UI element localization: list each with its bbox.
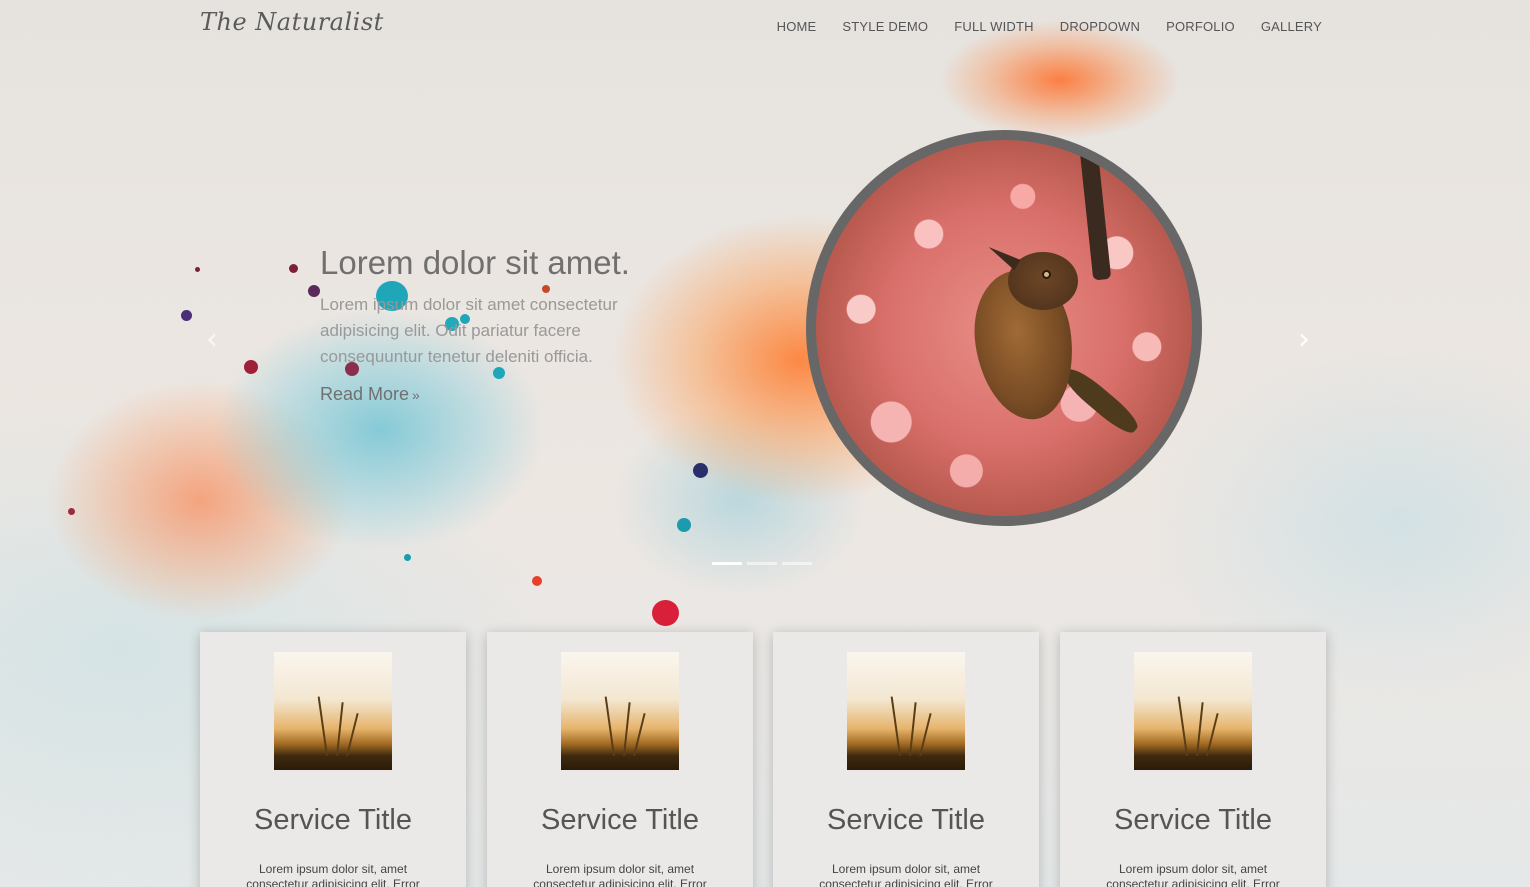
splatter-dot [404,554,411,561]
splatter-dot [308,285,320,297]
grass-stalk [623,702,631,757]
grass-stalk [1177,696,1188,757]
carousel-indicator[interactable] [747,562,777,565]
grass-stalk [1196,702,1204,757]
grass-stalk [633,713,646,757]
splatter-dot [289,264,298,273]
service-image [274,652,392,770]
grass-stalk [909,702,917,757]
nav-item-full-width[interactable]: FULL WIDTH [954,19,1034,34]
splatter-dot [677,518,691,532]
hero-image-bird [806,130,1202,526]
splatter-dot [195,267,200,272]
hero-body: Lorem ipsum dolor sit amet consectetur a… [320,295,618,366]
grass-stalk [346,713,359,757]
hero-title: Lorem dolor sit amet. [320,244,630,281]
read-more-link[interactable]: Read More» [320,384,420,405]
splatter-dot [244,360,258,374]
service-card: Service Title Lorem ipsum dolor sit, ame… [1060,632,1326,887]
read-more-label: Read More [320,384,410,404]
carousel-indicator[interactable] [782,562,812,565]
nav-item-style-demo[interactable]: STYLE DEMO [842,19,928,34]
grass-stalk [1206,713,1219,757]
service-title: Service Title [254,804,412,836]
hero-caption: Lorem dolor sit amet. Lorem ipsum dolor … [320,244,660,405]
grass-stalk [336,702,344,757]
splatter-dot [181,310,192,321]
service-title: Service Title [541,804,699,836]
double-chevron-right-icon: » [412,387,420,403]
carousel-indicator[interactable] [712,562,742,565]
service-card: Service Title Lorem ipsum dolor sit, ame… [200,632,466,887]
bird-tail [1059,363,1143,439]
service-text: Lorem ipsum dolor sit, amet consectetur … [533,862,707,887]
splatter-dot [68,508,75,515]
service-text: Lorem ipsum dolor sit, amet consectetur … [819,862,993,887]
splatter-dot [532,576,542,586]
splatter-dot [693,463,708,478]
grass-stalk [317,696,328,757]
service-text: Lorem ipsum dolor sit, amet consectetur … [1106,862,1280,887]
service-image [561,652,679,770]
site-logo[interactable]: The Naturalist [200,8,384,36]
nav-item-portfolio[interactable]: PORFOLIO [1166,19,1235,34]
chevron-left-icon[interactable]: ‹ [206,325,218,355]
chevron-right-icon[interactable]: › [1298,325,1310,355]
service-title: Service Title [827,804,985,836]
branch [1078,140,1112,281]
service-image [847,652,965,770]
nav-item-dropdown[interactable]: DROPDOWN [1060,19,1140,34]
nav-item-gallery[interactable]: GALLERY [1261,19,1322,34]
service-image [1134,652,1252,770]
service-title: Service Title [1114,804,1272,836]
grass-stalk [604,696,615,757]
bird-eye [1042,270,1051,279]
carousel-indicators [712,562,812,565]
bird-beak [985,241,1021,271]
service-text: Lorem ipsum dolor sit, amet consectetur … [246,862,420,887]
service-card: Service Title Lorem ipsum dolor sit, ame… [773,632,1039,887]
grass-stalk [919,713,932,757]
nav-item-home[interactable]: HOME [777,19,817,34]
site-header: The Naturalist HOME STYLE DEMO FULL WIDT… [0,0,1530,60]
main-nav: HOME STYLE DEMO FULL WIDTH DROPDOWN PORF… [777,19,1322,34]
splatter-dot [652,600,679,626]
service-card: Service Title Lorem ipsum dolor sit, ame… [487,632,753,887]
grass-stalk [890,696,901,757]
